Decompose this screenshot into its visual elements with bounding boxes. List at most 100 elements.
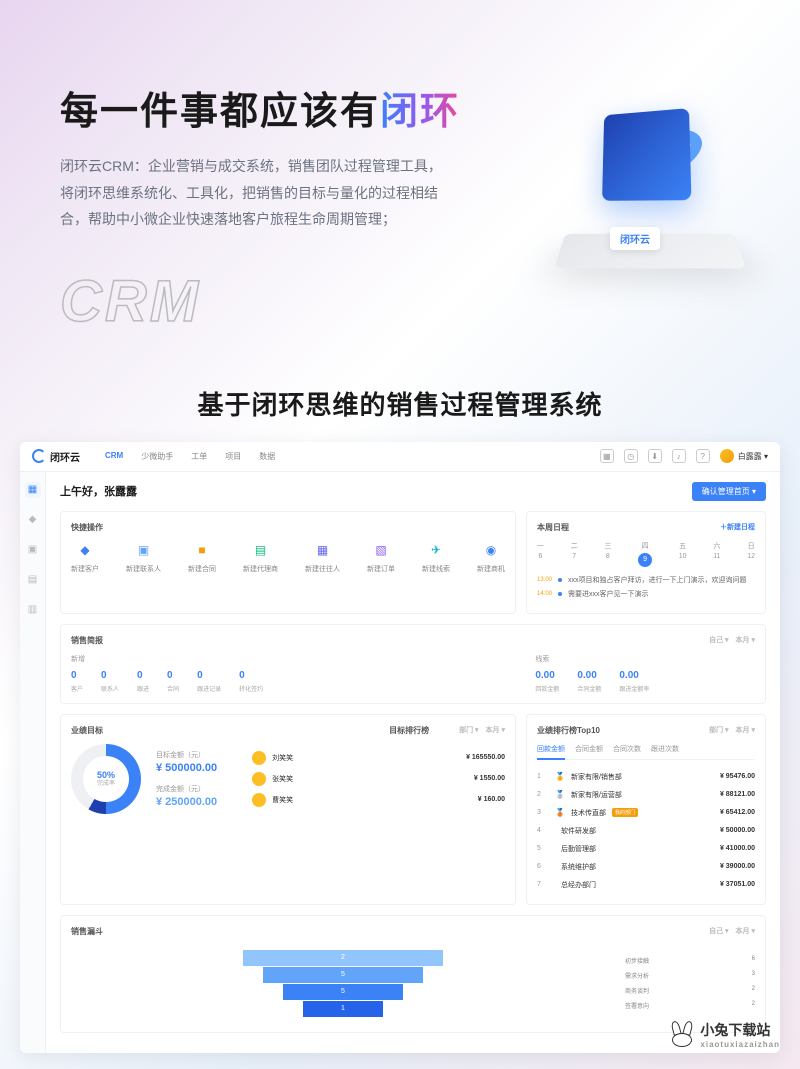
dept-row[interactable]: 3🥉技术传直部我的部门¥ 65412.00 [537,804,755,822]
brief-filters[interactable]: 自己 ▾ 本月 ▾ [709,635,755,646]
logo-3d-illustration: 闭环云 [550,100,750,280]
quick-op-3[interactable]: ▤新建代理商 [243,541,278,574]
target-value: ¥ 500000.00 [156,762,217,774]
quick-op-7[interactable]: ◉新建商机 [477,541,505,574]
sched-day[interactable]: 五10 [679,541,687,567]
brief-item[interactable]: 0联系人 [101,670,119,693]
funnel-chart: 2 5 5 1 [71,945,615,1022]
rank-item[interactable]: 刘笑笑¥ 165550.00 [252,751,505,765]
hero-title-pre: 每一件事都应该有 [60,91,380,133]
sched-day[interactable]: 六11 [713,541,720,567]
rabbit-icon [670,1023,694,1047]
quick-op-label: 新建客户 [71,564,99,574]
sidebar-users[interactable]: ◆ [25,512,41,528]
dept-row[interactable]: 1🏅新家有限/销售部¥ 95476.00 [537,768,755,786]
quick-op-icon: ▦ [314,541,332,559]
top-nav: CRM 少微助手 工单 项目 数据 [105,451,275,462]
quick-op-icon: ■ [193,541,211,559]
sched-day[interactable]: 三8 [604,541,611,567]
calendar-icon[interactable]: ▦ [600,449,614,463]
quick-op-icon: ✈ [427,541,445,559]
brief-item[interactable]: 0客户 [71,670,83,693]
user-menu[interactable]: 白露露 ▾ [720,449,768,463]
dept-row[interactable]: 4软件研发部¥ 50000.00 [537,822,755,840]
schedule-card: 本周日程 ＋新建日程 一6二7三8四9五10六11日12 13:00xxx项目和… [526,511,766,614]
funnel-bar-1: 2 [243,950,443,966]
brief-item[interactable]: 0.00回款金额 [535,670,559,693]
nav-data[interactable]: 数据 [259,451,275,462]
quick-op-5[interactable]: ▧ 新建订单 [367,541,395,574]
sidebar-home[interactable]: ▦ [25,482,41,498]
quick-op-4[interactable]: ▦ 新建往往人 [305,541,340,574]
goal-donut: 50%完成率 [71,744,141,814]
topbar: 闭环云 CRM 少微助手 工单 项目 数据 ▦ ◷ ⬇ ♪ ? 白露露 ▾ [20,442,780,472]
funnel-stat: 初步接触6 [625,956,755,965]
brief-item[interactable]: 0跟进 [137,670,149,693]
logo-badge: 闭环云 [610,227,660,250]
goal-rank-title: 目标排行榜 [389,725,429,736]
done-value: ¥ 250000.00 [156,796,217,808]
sidebar-settings[interactable]: ▥ [25,602,41,618]
brand-text: 闭环云 [50,449,80,464]
dept-row[interactable]: 7总经办部门¥ 37051.00 [537,876,755,894]
rank-item[interactable]: 曹笑笑¥ 160.00 [252,793,505,807]
nav-project[interactable]: 项目 [225,451,241,462]
top10-tab[interactable]: 合同次数 [613,744,641,754]
nav-ticket[interactable]: 工单 [191,451,207,462]
quick-op-icon: ◉ [482,541,500,559]
sched-day[interactable]: 一6 [537,541,544,567]
funnel-bar-4: 1 [303,1001,383,1017]
dept-row[interactable]: 2🥈新家有限/运营部¥ 88121.00 [537,786,755,804]
goal-percent-label: 完成率 [97,781,115,788]
goal-filters[interactable]: 部门 ▾ 本月 ▾ [459,725,505,736]
brief-item[interactable]: 0.00合同金额 [577,670,601,693]
top10-title: 业绩排行榜Top10 [537,725,600,736]
rank-avatar [252,772,266,786]
brief-item[interactable]: 0跟进记录 [197,670,221,693]
header-action-button[interactable]: 确认管理首页 ▾ [692,482,766,501]
brief-item[interactable]: 0合同 [167,670,179,693]
sched-item[interactable]: 13:00xxx项目和独占客户拜访，进行一下上门演示，欢迎询问题 [537,575,755,585]
quick-ops-title: 快捷操作 [71,522,103,533]
quick-op-icon: ▧ [372,541,390,559]
brief-item[interactable]: 0.00跟进金额率 [619,670,649,693]
sched-item[interactable]: 14:00需要进xxx客户见一下演示 [537,589,755,599]
dept-row[interactable]: 5后勤管理部¥ 41000.00 [537,840,755,858]
sched-day[interactable]: 四9 [638,541,652,567]
brand-logo[interactable]: 闭环云 [32,449,80,464]
quick-op-2[interactable]: ■ 新建合同 [188,541,216,574]
top10-tab[interactable]: 跟进次数 [651,744,679,754]
add-schedule-link[interactable]: ＋新建日程 [720,522,755,533]
quick-op-label: 新建订单 [367,564,395,574]
sidebar-data[interactable]: ▤ [25,572,41,588]
brief-title: 销售简报 [71,635,103,646]
funnel-stat: 商务谈判2 [625,986,755,995]
quick-op-label: 新建合同 [188,564,216,574]
target-label: 目标金额（元） [156,750,217,760]
brief-item[interactable]: 0转化签约 [239,670,263,693]
notify-icon[interactable]: ♪ [672,449,686,463]
sched-day[interactable]: 二7 [571,541,578,567]
funnel-filters[interactable]: 自己 ▾ 本月 ▾ [709,926,755,937]
top10-tab[interactable]: 合同金额 [575,744,603,754]
help-icon[interactable]: ? [696,449,710,463]
rank-item[interactable]: 张笑笑¥ 1550.00 [252,772,505,786]
funnel-title: 销售漏斗 [71,926,103,937]
clock-icon[interactable]: ◷ [624,449,638,463]
top10-tab[interactable]: 回款金额 [537,744,565,760]
nav-assist[interactable]: 少微助手 [141,451,173,462]
sched-day[interactable]: 日12 [747,541,755,567]
download-icon[interactable]: ⬇ [648,449,662,463]
quick-op-label: 新建代理商 [243,564,278,574]
quick-op-label: 新建联系人 [126,564,161,574]
nav-crm[interactable]: CRM [105,451,123,462]
quick-op-6[interactable]: ✈新建线索 [422,541,450,574]
dept-row[interactable]: 6系统维护部¥ 39000.00 [537,858,755,876]
top10-filters[interactable]: 部门 ▾ 本月 ▾ [709,725,755,736]
sidebar-chart[interactable]: ▣ [25,542,41,558]
quick-op-icon: ▣ [135,541,153,559]
quick-op-label: 新建往往人 [305,564,340,574]
quick-op-1[interactable]: ▣ 新建联系人 [126,541,161,574]
greeting: 上午好，张露露 [60,483,137,499]
quick-op-0[interactable]: ◆新建客户 [71,541,99,574]
